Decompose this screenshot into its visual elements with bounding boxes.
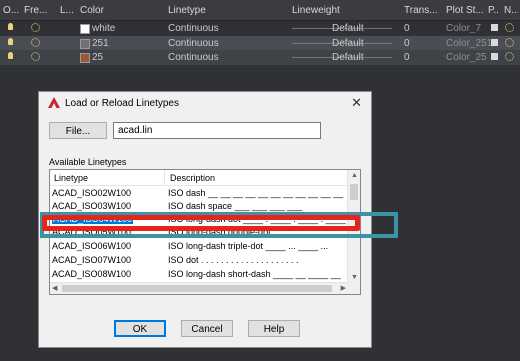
linetype-name: ACAD_ISO03W100 (52, 201, 132, 211)
plot-style-value: Color_7 (446, 23, 482, 34)
lineweight-value[interactable]: Default (332, 52, 364, 63)
help-button[interactable]: Help (248, 320, 300, 337)
linetype-value[interactable]: Continuous (168, 52, 219, 63)
list-item[interactable]: ACAD_ISO02W100 ISO dash __ __ __ __ __ _… (50, 188, 348, 200)
scroll-thumb[interactable] (62, 285, 332, 292)
cancel-button[interactable]: Cancel (181, 320, 233, 337)
color-name: 25 (92, 52, 104, 63)
linetype-value[interactable]: Continuous (168, 38, 219, 49)
linetype-list[interactable]: Linetype Description ACAD_ISO02W100 ISO … (49, 169, 361, 295)
lightbulb-icon[interactable] (8, 23, 13, 30)
color-swatch[interactable] (80, 39, 90, 49)
printer-icon[interactable] (491, 53, 498, 60)
linetype-description: ISO long-dash double-dot ____ .. ____ ..… (168, 227, 354, 237)
lineweight-value[interactable]: Default (332, 38, 364, 49)
list-item-selected[interactable]: ACAD_ISO04W100 ISO long-dash dot ____ . … (50, 214, 358, 226)
linetype-description: ISO long-dash dot ____ . ____ . ____ . _… (168, 214, 359, 224)
vertical-scrollbar[interactable]: ▲ ▼ (347, 170, 360, 294)
vp-freeze-icon[interactable] (505, 52, 514, 61)
list-item[interactable]: ACAD_ISO08W100 ISO long-dash short-dash … (50, 269, 348, 281)
lightbulb-icon[interactable] (8, 52, 13, 59)
vp-freeze-icon[interactable] (505, 23, 514, 32)
file-name-field[interactable]: acad.lin (113, 122, 321, 139)
col-new-vp-freeze[interactable]: N... (504, 5, 518, 16)
lineweight-value[interactable]: Default (332, 23, 364, 34)
sun-icon[interactable] (31, 52, 40, 61)
list-header: Linetype Description (50, 170, 348, 186)
load-linetypes-dialog: Load or Reload Linetypes ✕ File... acad.… (38, 91, 372, 348)
col-transparency[interactable]: Trans... (404, 5, 442, 16)
layer-row[interactable]: 25 Continuous —————————— Default 0 Color… (0, 50, 520, 65)
horizontal-scrollbar[interactable]: ◀ ▶ (50, 282, 348, 294)
transparency-value[interactable]: 0 (404, 52, 410, 63)
lightbulb-icon[interactable] (8, 38, 13, 45)
color-swatch[interactable] (80, 53, 90, 63)
layer-row[interactable]: white Continuous —————————— Default 0 Co… (0, 21, 520, 36)
plot-style-value: Color_251 (446, 38, 493, 49)
linetype-description: ISO dash __ __ __ __ __ __ __ __ __ __ _… (168, 188, 344, 198)
list-item[interactable]: ACAD_ISO07W100 ISO dot . . . . . . . . .… (50, 255, 348, 267)
file-button[interactable]: File... (49, 122, 107, 139)
layer-table-header: O... Fre... L... Color Linetype Lineweig… (0, 0, 520, 21)
printer-icon[interactable] (491, 39, 498, 46)
layer-row[interactable]: 251 Continuous —————————— Default 0 Colo… (0, 36, 520, 51)
linetype-name: ACAD_ISO06W100 (52, 241, 132, 251)
ok-button[interactable]: OK (114, 320, 166, 337)
scroll-up-icon[interactable]: ▲ (351, 172, 358, 179)
linetype-name: ACAD_ISO07W100 (52, 255, 132, 265)
col-on[interactable]: O... (3, 5, 21, 16)
sun-icon[interactable] (31, 23, 40, 32)
col-plot-style[interactable]: Plot St... (446, 5, 484, 16)
dialog-title: Load or Reload Linetypes (65, 98, 179, 109)
transparency-value[interactable]: 0 (404, 38, 410, 49)
col-header-linetype[interactable]: Linetype (54, 173, 88, 183)
col-plot[interactable]: P... (488, 5, 500, 16)
linetype-value[interactable]: Continuous (168, 23, 219, 34)
scroll-right-icon[interactable]: ▶ (341, 284, 346, 292)
scroll-left-icon[interactable]: ◀ (52, 284, 57, 292)
linetype-description: ISO long-dash triple-dot ____ ... ____ .… (168, 241, 329, 251)
close-icon[interactable]: ✕ (351, 95, 362, 111)
scroll-thumb[interactable] (350, 184, 358, 200)
col-lineweight[interactable]: Lineweight (292, 5, 392, 16)
transparency-value[interactable]: 0 (404, 23, 410, 34)
sun-icon[interactable] (31, 38, 40, 47)
list-item[interactable]: ACAD_ISO06W100 ISO long-dash triple-dot … (50, 241, 348, 253)
col-freeze[interactable]: Fre... (24, 5, 52, 16)
linetype-name: ACAD_ISO08W100 (52, 269, 132, 279)
linetype-name: ACAD_ISO05W100 (52, 227, 132, 237)
linetype-name: ACAD_ISO04W100 (52, 214, 134, 224)
list-item[interactable]: ACAD_ISO05W100 ISO long-dash double-dot … (50, 227, 353, 239)
scroll-down-icon[interactable]: ▼ (351, 274, 358, 281)
linetype-description: ISO dash space ___ ___ ___ ___ (168, 201, 303, 211)
linetype-description: ISO long-dash short-dash ____ __ ____ __ (168, 269, 341, 279)
linetype-name: ACAD_ISO02W100 (52, 188, 132, 198)
header-divider[interactable] (164, 170, 165, 185)
list-item[interactable]: ACAD_ISO03W100 ISO dash space ___ ___ __… (50, 201, 348, 213)
col-color[interactable]: Color (80, 5, 160, 16)
autocad-logo-icon (48, 97, 60, 108)
color-name: white (92, 23, 116, 34)
available-linetypes-label: Available Linetypes (49, 157, 127, 167)
linetype-description: ISO dot . . . . . . . . . . . . . . . . … (168, 255, 299, 265)
col-linetype[interactable]: Linetype (168, 5, 278, 16)
col-lock[interactable]: L... (60, 5, 76, 16)
color-name: 251 (92, 38, 109, 49)
col-header-description[interactable]: Description (170, 173, 215, 183)
plot-style-value: Color_25 (446, 52, 487, 63)
vp-freeze-icon[interactable] (505, 38, 514, 47)
printer-icon[interactable] (491, 24, 498, 31)
color-swatch[interactable] (80, 24, 90, 34)
